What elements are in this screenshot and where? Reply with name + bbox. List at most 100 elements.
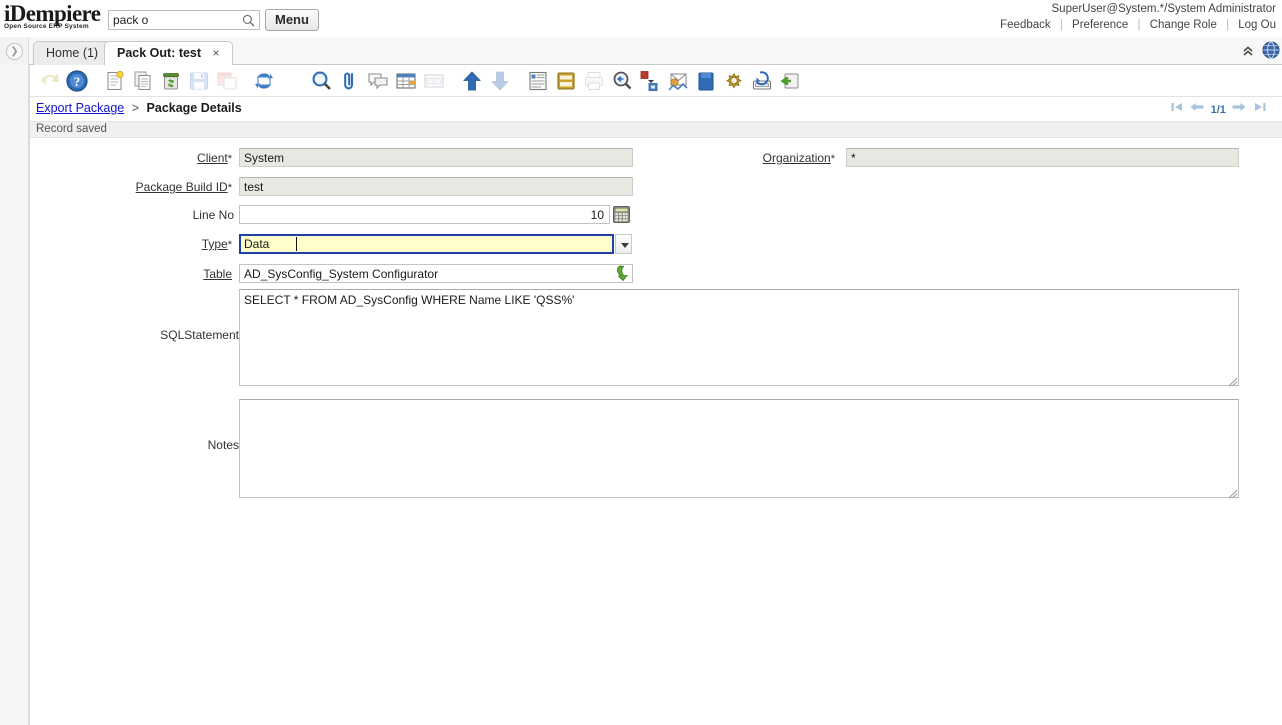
print-preview-button[interactable]	[554, 69, 578, 93]
notes-label: Notes	[34, 438, 239, 452]
menu-button[interactable]: Menu	[265, 9, 319, 31]
client-field[interactable]	[239, 148, 633, 167]
text-caret	[296, 237, 297, 251]
chevron-up-icon[interactable]	[1239, 43, 1257, 58]
breadcrumb-current: Package Details	[147, 101, 242, 115]
tab-home-label: Home (1)	[46, 46, 98, 60]
last-record-button[interactable]	[1251, 101, 1268, 116]
window-content: ?	[29, 65, 1282, 725]
idempiere-window: iDempiere Open Source ERP System Menu Su…	[0, 0, 1282, 725]
breadcrumb: Export Package > Package Details	[36, 101, 242, 115]
feedback-link[interactable]: Feedback	[994, 19, 1057, 31]
table-field[interactable]	[239, 264, 633, 283]
client-label-text: Client	[197, 151, 228, 165]
link-separator-2: |	[1138, 19, 1141, 31]
undo-button	[37, 69, 61, 93]
chat-button[interactable]	[366, 69, 390, 93]
first-record-button[interactable]	[1168, 101, 1185, 116]
search-input[interactable]	[109, 11, 237, 29]
status-message: Record saved	[36, 123, 107, 135]
breadcrumb-separator: >	[132, 101, 139, 115]
search-icon[interactable]	[242, 14, 255, 27]
user-info-label: SuperUser@System.*/System Administrator	[1052, 3, 1277, 15]
tab-home[interactable]: Home (1)	[33, 41, 111, 65]
line-no-label-text: Line No	[193, 208, 234, 222]
line-no-field[interactable]	[239, 205, 610, 224]
chevron-right-icon[interactable]: ❯	[6, 43, 23, 60]
package-build-id-label: Package Build ID*	[34, 180, 232, 194]
organization-required-star: *	[831, 153, 835, 165]
status-bar: Record saved	[30, 121, 1282, 138]
svg-text:?: ?	[74, 74, 81, 89]
notes-field[interactable]	[239, 399, 1239, 498]
organization-label-text: Organization	[763, 151, 831, 165]
package-build-id-field[interactable]	[239, 177, 633, 196]
parent-record-button[interactable]	[460, 69, 484, 93]
type-label: Type*	[34, 237, 232, 251]
logo-wordmark: iDempiere	[4, 2, 108, 25]
product-info-button[interactable]	[694, 69, 718, 93]
copy-record-button[interactable]	[131, 69, 155, 93]
package-build-id-required-star: *	[228, 182, 232, 194]
sql-statement-label-text: SQLStatement	[160, 328, 239, 342]
detail-record-button	[488, 69, 512, 93]
organization-label: Organization*	[630, 151, 835, 165]
delete-record-button[interactable]	[159, 69, 183, 93]
archive-export-button[interactable]	[638, 69, 662, 93]
tab-bar: ❯ Home (1) Pack Out: test ×	[0, 37, 1282, 65]
record-form: Client* Organization* Package Build ID* …	[30, 138, 1282, 725]
email-button[interactable]	[666, 69, 690, 93]
attachment-button[interactable]	[338, 69, 362, 93]
organization-field[interactable]	[846, 148, 1239, 167]
exit-button[interactable]	[778, 69, 802, 93]
tab-pack-out-label: Pack Out: test	[117, 46, 201, 60]
sql-statement-label: SQLStatement	[34, 328, 239, 342]
change-role-link[interactable]: Change Role	[1144, 19, 1223, 31]
close-icon[interactable]: ×	[213, 42, 220, 64]
app-header: iDempiere Open Source ERP System Menu Su…	[0, 0, 1282, 37]
multi-view-button	[422, 69, 446, 93]
tab-pack-out[interactable]: Pack Out: test ×	[104, 41, 233, 66]
client-required-star: *	[228, 153, 232, 165]
next-record-button[interactable]	[1231, 101, 1248, 116]
idempiere-logo: iDempiere Open Source ERP System	[4, 2, 108, 34]
line-no-label: Line No	[34, 208, 234, 222]
sql-statement-field[interactable]	[239, 289, 1239, 386]
previous-record-button[interactable]	[1189, 101, 1206, 116]
find-button[interactable]	[310, 69, 334, 93]
link-separator-1: |	[1060, 19, 1063, 31]
help-button[interactable]: ?	[65, 69, 89, 93]
print-button	[582, 69, 606, 93]
globe-help-icon[interactable]	[1262, 41, 1280, 59]
table-lookup-icon[interactable]	[614, 264, 632, 283]
table-label-text: Table	[203, 267, 232, 281]
sidebar-toggle[interactable]: ❯	[0, 37, 29, 65]
grid-toggle-button[interactable]	[394, 69, 418, 93]
notes-label-text: Notes	[208, 438, 239, 452]
preference-link[interactable]: Preference	[1066, 19, 1134, 31]
log-out-link[interactable]: Log Ou	[1232, 19, 1282, 31]
record-position: 1/1	[1209, 104, 1228, 116]
client-label: Client*	[34, 151, 232, 165]
save-button	[187, 69, 211, 93]
calculator-icon[interactable]	[613, 206, 630, 223]
window-toolbar: ?	[30, 65, 1282, 97]
chevron-down-icon[interactable]	[615, 234, 632, 254]
global-search[interactable]	[108, 10, 260, 30]
link-separator-3: |	[1226, 19, 1229, 31]
save-create-button	[215, 69, 239, 93]
breadcrumb-parent-link[interactable]: Export Package	[36, 101, 124, 115]
report-button[interactable]	[526, 69, 550, 93]
type-required-star: *	[228, 239, 232, 251]
refresh-button[interactable]	[252, 69, 276, 93]
type-label-text: Type	[202, 237, 228, 251]
request-button[interactable]	[750, 69, 774, 93]
package-build-id-label-text: Package Build ID	[136, 180, 228, 194]
left-rail	[0, 65, 29, 725]
zoom-across-button[interactable]	[610, 69, 634, 93]
tabbar-right-controls	[1239, 41, 1280, 59]
preference-button[interactable]	[722, 69, 746, 93]
table-label: Table	[34, 267, 232, 281]
new-record-button[interactable]	[103, 69, 127, 93]
user-links: Feedback | Preference | Change Role | Lo…	[994, 19, 1282, 31]
